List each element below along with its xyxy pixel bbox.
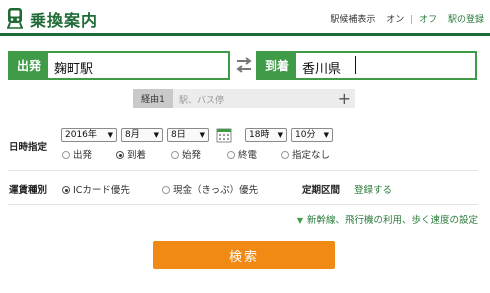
- radio-label: 到着: [127, 150, 147, 161]
- radio-label: 指定なし: [292, 150, 331, 161]
- to-station-input[interactable]: 香川県: [302, 58, 341, 77]
- station-info-label: 駅候補表示: [330, 15, 376, 25]
- radio-label: ICカード優先: [73, 185, 130, 196]
- register-station-link[interactable]: 駅の登録: [448, 15, 484, 25]
- fare-type-label: 運賃種別: [9, 185, 48, 196]
- advanced-settings-link[interactable]: ▼ 新幹線、飛行機の利用、歩く速度の設定: [297, 212, 478, 226]
- toggle-off-link[interactable]: オフ: [419, 15, 437, 25]
- fare-radio-cash[interactable]: 現金（きっぷ）優先: [162, 182, 258, 196]
- radio-icon: [162, 186, 170, 194]
- header-bar: 乗換案内 駅候補表示 オン | オフ 駅の登録: [0, 0, 490, 36]
- settings-link-label: 新幹線、飛行機の利用、歩く速度の設定: [306, 215, 478, 226]
- time-mode-radio-last-train[interactable]: 終電: [227, 147, 257, 161]
- minute-value: 10分: [295, 130, 316, 140]
- time-mode-radio-departure[interactable]: 出発: [62, 147, 92, 161]
- plus-icon[interactable]: +: [338, 89, 351, 108]
- radio-label: 終電: [238, 150, 258, 161]
- from-label: 出発: [10, 53, 48, 78]
- time-mode-radio-arrival[interactable]: 到着: [116, 147, 146, 161]
- toggle-separator: |: [410, 15, 414, 25]
- minute-select[interactable]: 10分 ▼: [291, 128, 333, 142]
- datetime-label: 日時指定: [9, 142, 48, 153]
- hour-value: 18時: [249, 130, 270, 140]
- month-value: 8月: [125, 130, 140, 140]
- header-links: 駅候補表示 オン | オフ 駅の登録: [330, 12, 484, 25]
- radio-checked-icon: [116, 151, 124, 159]
- day-value: 8日: [171, 130, 186, 140]
- fare-radio-ic-card[interactable]: ICカード優先: [62, 182, 130, 196]
- radio-icon: [62, 151, 70, 159]
- divider: [8, 204, 478, 205]
- divider: [8, 170, 478, 171]
- radio-icon: [227, 151, 235, 159]
- commuter-label: 定期区間: [302, 185, 341, 196]
- train-icon: [7, 8, 23, 29]
- via-station-field[interactable]: 経由1 駅、バス停 +: [133, 89, 355, 108]
- app-title: 乗換案内: [30, 11, 99, 30]
- header-divider: [0, 33, 490, 36]
- radio-icon: [171, 151, 179, 159]
- toggle-on-link[interactable]: オン: [386, 15, 404, 25]
- day-select[interactable]: 8日 ▼: [167, 128, 209, 142]
- radio-label: 現金（きっぷ）優先: [173, 185, 259, 196]
- from-station-input[interactable]: 麹町駅: [54, 58, 93, 77]
- swap-icon[interactable]: [234, 57, 254, 73]
- hour-select[interactable]: 18時 ▼: [245, 128, 287, 142]
- text-caret: [355, 56, 356, 74]
- year-value: 2016年: [65, 130, 97, 140]
- radio-label: 始発: [182, 150, 202, 161]
- time-mode-radio-unspecified[interactable]: 指定なし: [281, 147, 330, 161]
- radio-checked-icon: [62, 186, 70, 194]
- time-mode-radio-first-train[interactable]: 始発: [171, 147, 201, 161]
- commuter-register-link[interactable]: 登録する: [354, 182, 392, 196]
- triangle-down-icon: ▼: [296, 216, 303, 225]
- via-label: 経由1: [133, 89, 173, 108]
- search-button[interactable]: 検索: [153, 241, 335, 269]
- from-station-field[interactable]: 出発 麹町駅: [8, 51, 230, 80]
- via-station-input[interactable]: 駅、バス停: [179, 93, 224, 106]
- month-select[interactable]: 8月 ▼: [121, 128, 163, 142]
- radio-icon: [281, 151, 289, 159]
- radio-label: 出発: [73, 150, 93, 161]
- to-label: 到着: [258, 53, 296, 78]
- calendar-icon[interactable]: [216, 127, 232, 143]
- year-select[interactable]: 2016年 ▼: [61, 128, 117, 142]
- to-station-field[interactable]: 到着 香川県: [256, 51, 477, 80]
